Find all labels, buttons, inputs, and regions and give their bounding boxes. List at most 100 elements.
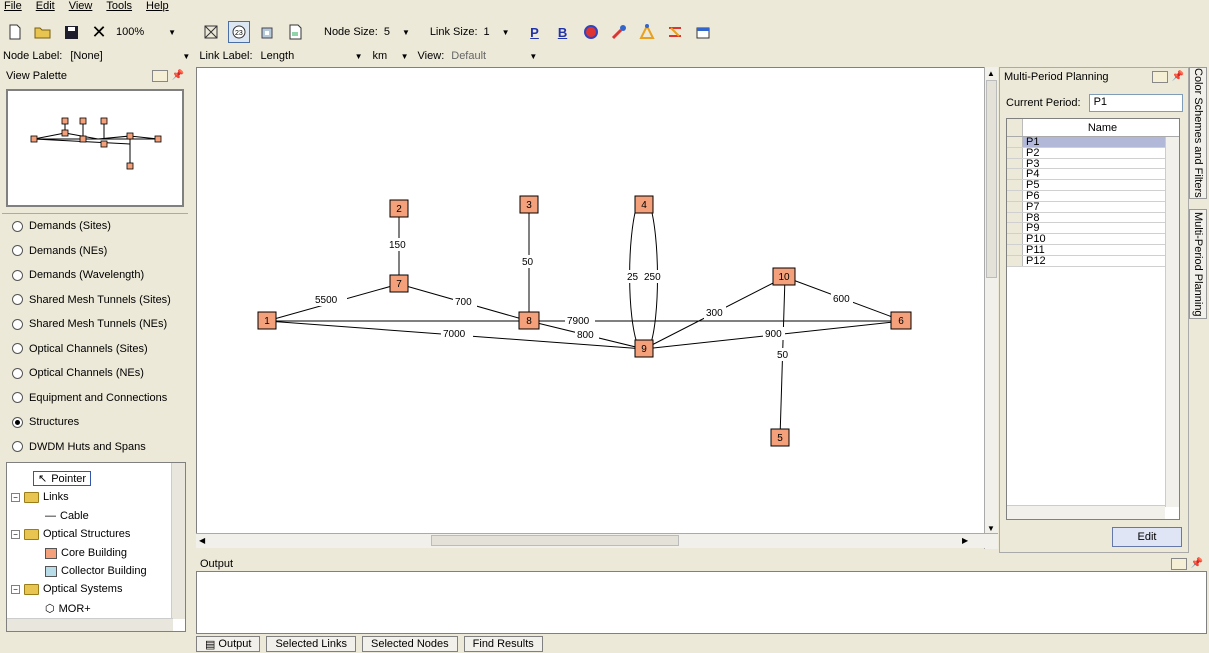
row-header[interactable] — [1007, 234, 1023, 244]
menu-view[interactable]: View — [69, 0, 93, 14]
table-row[interactable]: P12 — [1007, 255, 1179, 267]
collapse-icon[interactable]: − — [11, 584, 20, 594]
tree-item-collector-building[interactable]: Collector Building — [45, 565, 147, 577]
collapse-icon[interactable]: − — [11, 529, 20, 539]
table-horizontal-scrollbar[interactable] — [1007, 505, 1165, 519]
table-row[interactable]: P7 — [1007, 201, 1179, 213]
link-size-combo[interactable]: 1 ▼ — [484, 24, 518, 41]
node-8[interactable]: 8 — [518, 311, 540, 330]
edit-button[interactable]: Edit — [1112, 527, 1182, 547]
panel-options-icon[interactable] — [1151, 70, 1168, 83]
row-header[interactable] — [1007, 223, 1023, 234]
panel-options-icon[interactable] — [151, 69, 168, 82]
radio-demands-sites[interactable]: Demands (Sites) — [2, 214, 188, 239]
radio-demands-nes[interactable]: Demands (NEs) — [2, 239, 188, 264]
new-file-icon[interactable] — [4, 21, 26, 43]
row-header[interactable] — [1007, 255, 1023, 266]
tab-output[interactable]: ▤ Output — [196, 636, 261, 652]
table-row[interactable]: P2 — [1007, 147, 1179, 159]
tab-multi-period-planning[interactable]: Multi-Period Planning — [1189, 209, 1207, 319]
unit-select[interactable]: km ▼ — [370, 48, 412, 64]
node-9[interactable]: 9 — [634, 339, 654, 358]
fit-view-icon[interactable] — [200, 21, 222, 43]
node-5[interactable]: 5 — [770, 428, 790, 447]
path-b-icon[interactable]: B — [552, 21, 574, 43]
tree-item-links[interactable]: − Links — [11, 491, 69, 503]
scrollbar-thumb[interactable] — [431, 535, 679, 546]
menu-tools[interactable]: Tools — [106, 0, 132, 14]
scroll-left-arrow-icon[interactable]: ◀ — [199, 536, 205, 545]
tree-item-mor[interactable]: ⬡ MOR+ — [45, 602, 91, 616]
menu-file[interactable]: File — [4, 0, 22, 14]
radio-structures[interactable]: Structures — [2, 410, 188, 435]
row-header[interactable] — [1007, 201, 1023, 212]
node-6[interactable]: 6 — [890, 311, 912, 330]
node-10[interactable]: 10 — [772, 267, 796, 286]
scroll-right-arrow-icon[interactable]: ▶ — [962, 536, 968, 545]
tree-item-optical-systems[interactable]: − Optical Systems — [11, 583, 122, 595]
row-header[interactable] — [1007, 169, 1023, 180]
node-3[interactable]: 3 — [519, 195, 539, 214]
row-header[interactable] — [1007, 244, 1023, 255]
tab-selected-links[interactable]: Selected Links — [266, 636, 356, 652]
current-period-input[interactable]: P1 — [1088, 94, 1183, 112]
tree-item-pointer[interactable]: ↖ Pointer — [33, 471, 92, 486]
node-7[interactable]: 7 — [389, 274, 409, 293]
canvas-vertical-scrollbar[interactable]: ▲ ▼ — [984, 67, 998, 549]
pin-icon[interactable]: 📌 — [1172, 71, 1184, 82]
collapse-icon[interactable]: − — [11, 492, 20, 502]
output-text-area[interactable] — [196, 571, 1207, 634]
tree-vertical-scrollbar[interactable] — [171, 463, 185, 619]
pin-icon[interactable]: 📌 — [172, 70, 184, 81]
tree-item-core-building[interactable]: Core Building — [45, 547, 127, 559]
row-header[interactable] — [1007, 190, 1023, 201]
radio-shared-mesh-sites[interactable]: Shared Mesh Tunnels (Sites) — [2, 288, 188, 313]
view-select[interactable]: Default ▼ — [448, 48, 540, 64]
tab-color-schemes-filters[interactable]: Color Schemes and Filters — [1189, 67, 1207, 199]
tab-selected-nodes[interactable]: Selected Nodes — [361, 636, 458, 652]
pin-icon[interactable]: 📌 — [1191, 558, 1203, 569]
node-4[interactable]: 4 — [634, 195, 654, 214]
tree-item-cable[interactable]: — Cable — [45, 510, 89, 522]
scroll-down-arrow-icon[interactable]: ▼ — [987, 524, 995, 533]
node-label-select[interactable]: [None] ▼ — [67, 48, 193, 64]
radio-shared-mesh-nes[interactable]: Shared Mesh Tunnels (NEs) — [2, 312, 188, 337]
table-vertical-scrollbar[interactable] — [1165, 137, 1179, 507]
row-header[interactable] — [1007, 137, 1023, 147]
layer-view-icon[interactable]: 23 — [228, 21, 250, 43]
row-header[interactable] — [1007, 212, 1023, 223]
column-header-name[interactable]: Name — [1023, 119, 1179, 136]
report-icon[interactable] — [284, 21, 306, 43]
radio-optical-channels-sites[interactable]: Optical Channels (Sites) — [2, 337, 188, 362]
menu-edit[interactable]: Edit — [36, 0, 55, 14]
connections-icon[interactable] — [664, 21, 686, 43]
row-header[interactable] — [1007, 158, 1023, 169]
scroll-up-arrow-icon[interactable]: ▲ — [987, 69, 995, 78]
ring-icon[interactable] — [580, 21, 602, 43]
scrollbar-thumb[interactable] — [986, 80, 997, 278]
tree-item-optical-structures[interactable]: − Optical Structures — [11, 528, 130, 540]
canvas-horizontal-scrollbar[interactable]: ◀ ▶ — [196, 533, 998, 548]
node-2[interactable]: 2 — [389, 199, 409, 218]
zoom-combo[interactable]: 100% ▼ — [116, 24, 194, 41]
node-size-combo[interactable]: 5 ▼ — [384, 24, 418, 41]
properties-icon[interactable] — [692, 21, 714, 43]
tools-icon[interactable] — [608, 21, 630, 43]
row-header[interactable] — [1007, 147, 1023, 158]
row-header[interactable] — [1007, 180, 1023, 190]
network-canvas[interactable]: 5500 700 150 50 7900 800 7000 25 250 300 — [196, 67, 998, 547]
tab-find-results[interactable]: Find Results — [463, 636, 543, 652]
path-p-icon[interactable]: P — [524, 21, 546, 43]
building-icon[interactable] — [256, 21, 278, 43]
save-icon[interactable] — [60, 21, 82, 43]
panel-options-icon[interactable] — [1170, 557, 1187, 570]
link-label-select[interactable]: Length ▼ — [258, 48, 366, 64]
overview-map[interactable] — [6, 89, 184, 207]
radio-demands-wavelength[interactable]: Demands (Wavelength) — [2, 263, 188, 288]
delete-icon[interactable]: ✕ — [88, 21, 110, 43]
node-1[interactable]: 1 — [257, 311, 277, 330]
tree-horizontal-scrollbar[interactable] — [7, 618, 173, 631]
menu-help[interactable]: Help — [146, 0, 169, 14]
topology-icon[interactable] — [636, 21, 658, 43]
radio-equipment-connections[interactable]: Equipment and Connections — [2, 386, 188, 411]
